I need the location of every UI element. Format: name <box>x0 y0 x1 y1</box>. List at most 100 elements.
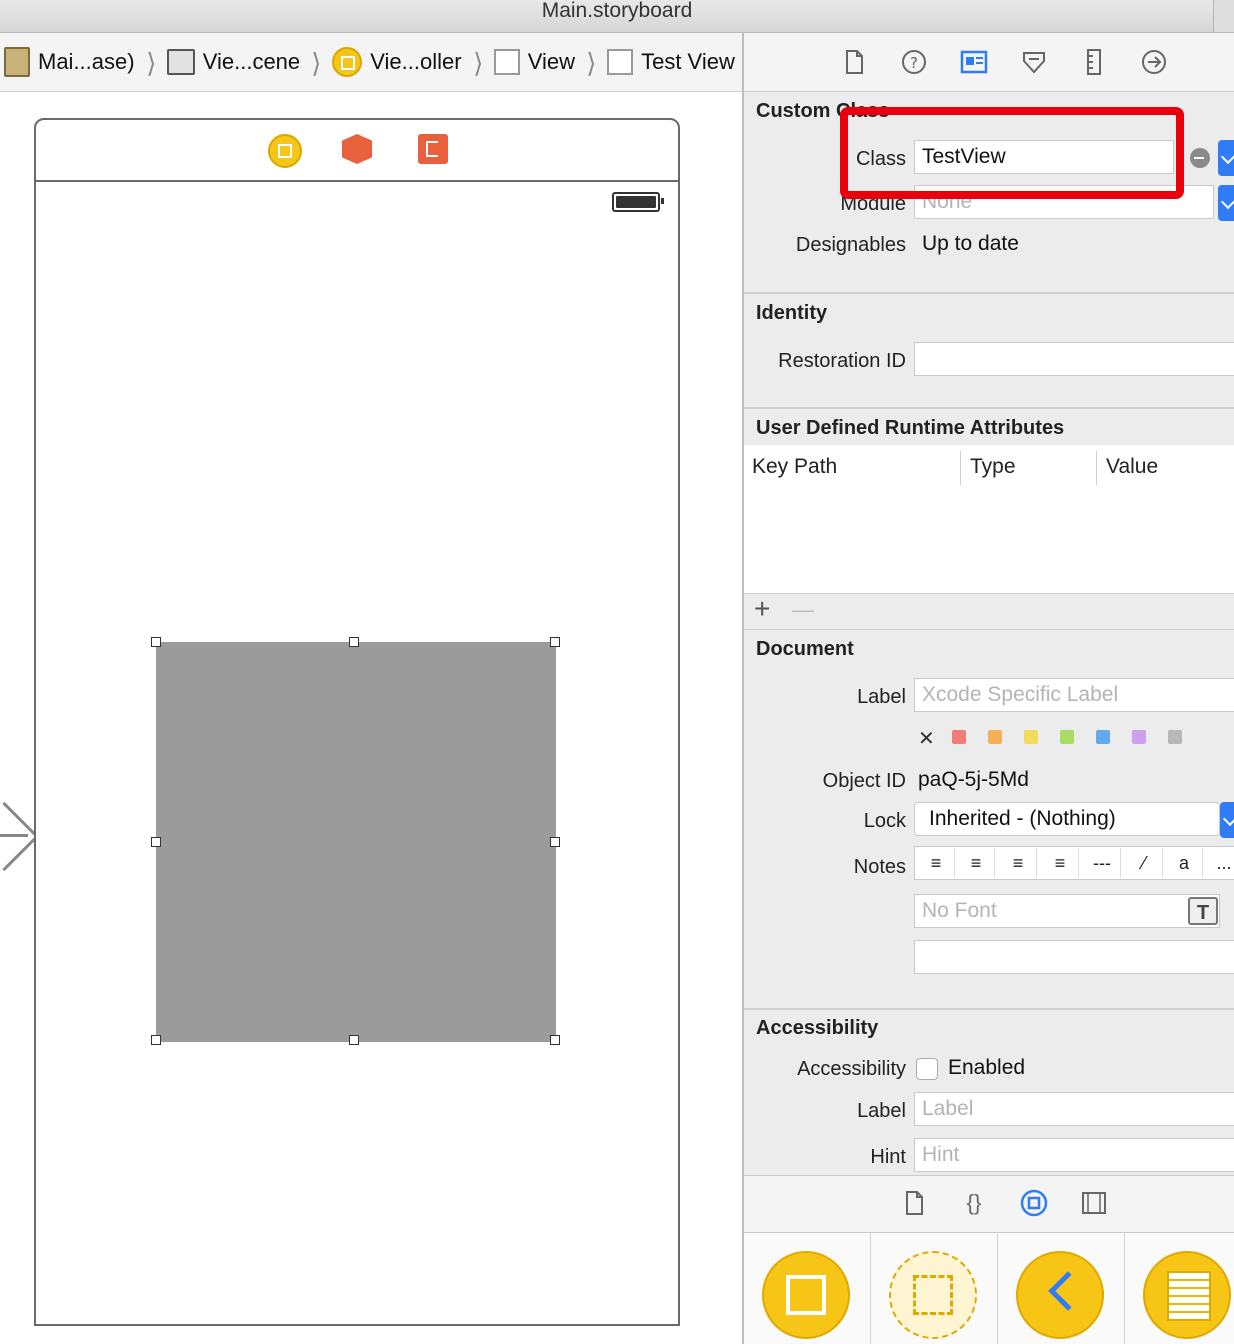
resize-handle-bottom-right[interactable] <box>550 1035 560 1045</box>
add-attribute-button[interactable]: + <box>754 593 770 625</box>
view-controller-object-icon <box>762 1251 850 1339</box>
breadcrumb-item-test-view[interactable]: Test View <box>607 49 735 75</box>
separator-button[interactable]: --- <box>1084 848 1121 878</box>
restoration-id-field[interactable] <box>914 342 1234 376</box>
document-label-label: Label <box>857 686 906 708</box>
more-options-button[interactable]: ... <box>1206 848 1234 878</box>
lock-popup[interactable]: Inherited - (Nothing) <box>914 802 1220 836</box>
class-dropdown-button[interactable] <box>1218 140 1234 176</box>
no-background-button[interactable]: ⁄ <box>1126 848 1163 878</box>
chevron-right-icon: ❭ <box>471 48 484 76</box>
resize-handle-right[interactable] <box>550 837 560 847</box>
window-control-button[interactable] <box>1213 0 1234 32</box>
designables-value: Up to date <box>922 232 1019 255</box>
column-header-key-path[interactable]: Key Path <box>752 455 837 479</box>
align-justify-button[interactable]: ≡ <box>1042 848 1079 878</box>
breadcrumb-label: View <box>527 49 575 74</box>
align-left-button[interactable]: ≡ <box>918 848 955 878</box>
battery-icon <box>612 192 664 212</box>
breadcrumb-item-storyboard[interactable]: Mai...ase) <box>0 47 135 77</box>
notes-text-area[interactable] <box>914 940 1234 974</box>
designables-label: Designables <box>795 234 906 256</box>
remove-attribute-button[interactable]: — <box>792 597 814 623</box>
label-color-red[interactable] <box>952 730 966 744</box>
navigation-controller-icon <box>1016 1251 1104 1339</box>
code-snippet-icon[interactable]: {} <box>959 1188 989 1218</box>
section-title: User Defined Runtime Attributes <box>756 417 1065 439</box>
column-divider <box>960 451 961 485</box>
breadcrumb-item-view[interactable]: View <box>493 49 575 75</box>
label-color-gray[interactable] <box>1168 730 1182 744</box>
breadcrumb-item-view-controller[interactable]: Vie...oller <box>332 47 462 77</box>
label-color-blue[interactable] <box>1096 730 1110 744</box>
notes-font-field[interactable]: No Font <box>914 894 1220 928</box>
exit-icon[interactable] <box>418 134 448 164</box>
lock-dropdown-button[interactable] <box>1220 802 1234 838</box>
attributes-inspector-icon[interactable] <box>1019 47 1049 77</box>
column-header-type[interactable]: Type <box>970 455 1016 479</box>
accessibility-section: Accessibility Accessibility Enabled Labe… <box>744 1009 1234 1177</box>
library-item-storyboard-reference[interactable] <box>871 1233 998 1344</box>
quick-help-icon[interactable]: ? <box>899 47 929 77</box>
library-item-table-view-controller[interactable] <box>1125 1233 1234 1344</box>
storyboard-icon <box>4 47 30 77</box>
view-icon <box>493 49 520 75</box>
document-label-field[interactable]: Xcode Specific Label <box>914 678 1234 712</box>
breadcrumb-label: Test View <box>641 49 735 74</box>
connections-inspector-icon[interactable] <box>1139 47 1169 77</box>
resize-handle-bottom[interactable] <box>349 1035 359 1045</box>
view-icon <box>607 49 634 75</box>
accessibility-enabled-checkbox[interactable] <box>916 1058 938 1080</box>
object-id-label: Object ID <box>822 770 906 792</box>
accessibility-hint-label: Hint <box>870 1146 906 1168</box>
resize-handle-top-right[interactable] <box>550 637 560 647</box>
clear-label-color-icon[interactable]: ✕ <box>918 726 935 751</box>
breadcrumb-item-scene[interactable]: Vie...cene <box>166 49 301 75</box>
inspector-tab-bar: ? <box>744 33 1234 92</box>
label-color-orange[interactable] <box>988 730 1002 744</box>
breadcrumb-label: Vie...cene <box>202 49 301 74</box>
runtime-attributes-table-header: Key Path Type Value <box>744 445 1234 492</box>
resize-handle-bottom-left[interactable] <box>151 1035 161 1045</box>
object-library-icon[interactable] <box>1019 1188 1049 1218</box>
window-title: Main.storyboard <box>541 0 693 22</box>
size-inspector-icon[interactable] <box>1079 47 1109 77</box>
library-item-view-controller[interactable] <box>744 1233 871 1344</box>
align-right-button[interactable]: ≡ <box>1000 848 1037 878</box>
runtime-attributes-table[interactable] <box>744 491 1234 594</box>
window-title-bar: Main.storyboard <box>0 0 1234 33</box>
accessibility-hint-field[interactable]: Hint <box>914 1138 1234 1172</box>
chevron-right-icon: ❭ <box>310 48 323 76</box>
column-header-value[interactable]: Value <box>1106 455 1158 479</box>
module-dropdown-button[interactable] <box>1218 185 1234 221</box>
object-id-value: paQ-5j-5Md <box>918 768 1029 791</box>
media-library-icon[interactable] <box>1079 1188 1109 1218</box>
highlight-annotation-box <box>840 107 1184 199</box>
font-picker-icon[interactable]: T <box>1188 897 1218 925</box>
file-inspector-icon[interactable] <box>839 47 869 77</box>
go-to-class-icon[interactable] <box>1190 148 1210 168</box>
library-item-navigation-controller[interactable] <box>998 1233 1125 1344</box>
accessibility-label-field[interactable]: Label <box>914 1092 1234 1126</box>
table-view-controller-icon <box>1143 1251 1231 1339</box>
first-responder-icon[interactable] <box>342 134 372 164</box>
resize-handle-top[interactable] <box>349 637 359 647</box>
identity-section: Identity Restoration ID <box>744 294 1234 409</box>
library-tab-bar: {} <box>744 1175 1234 1233</box>
resize-handle-left[interactable] <box>151 837 161 847</box>
file-template-icon[interactable] <box>899 1188 929 1218</box>
test-view[interactable] <box>156 642 556 1042</box>
identity-inspector-icon[interactable] <box>959 47 989 77</box>
resize-handle-top-left[interactable] <box>151 637 161 647</box>
view-controller-icon[interactable] <box>268 134 302 168</box>
align-center-button[interactable]: ≡ <box>958 848 995 878</box>
svg-text:?: ? <box>910 54 918 72</box>
label-color-purple[interactable] <box>1132 730 1146 744</box>
label-color-green[interactable] <box>1060 730 1074 744</box>
lock-label: Lock <box>863 810 906 832</box>
view-controller-icon <box>332 47 363 77</box>
accessibility-enabled-label: Enabled <box>948 1056 1026 1079</box>
label-color-yellow[interactable] <box>1024 730 1038 744</box>
storyboard-canvas[interactable] <box>0 92 742 1344</box>
text-color-button[interactable]: a <box>1166 848 1203 878</box>
